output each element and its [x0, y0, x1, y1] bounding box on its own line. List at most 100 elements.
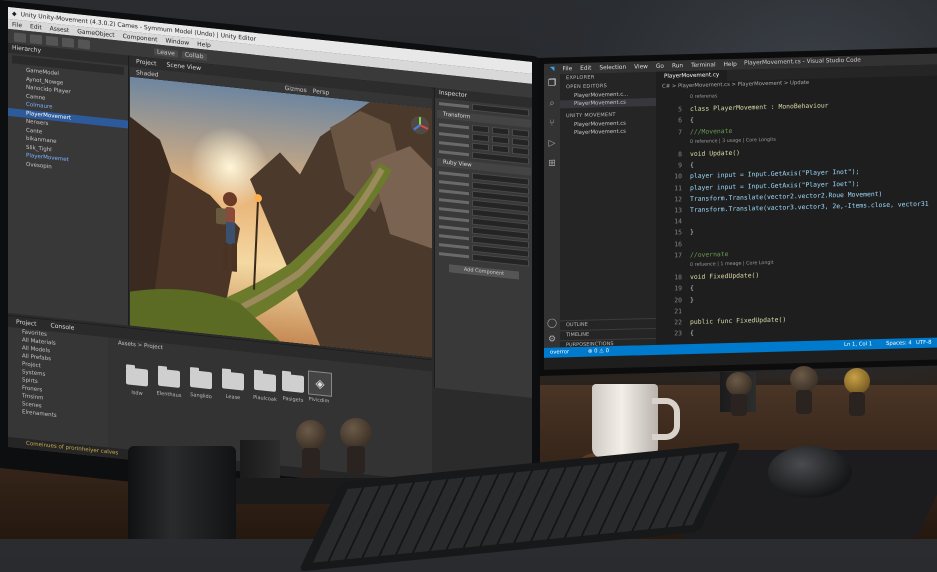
code-text: void FixedUpdate(): [690, 271, 760, 282]
run-debug-icon[interactable]: ▷: [547, 139, 557, 149]
code-text: {: [690, 329, 694, 338]
line-number: [656, 93, 682, 94]
codelens-text: 0 refuence | 1 meage | Core Longit: [690, 260, 774, 269]
line-number: 19: [674, 284, 682, 293]
folder-label: Lease: [225, 393, 241, 402]
code-text: {: [690, 116, 694, 125]
codelens-text: 0 referenas: [690, 94, 718, 101]
folder-label: Sanglido: [190, 391, 212, 401]
line-number: 15: [674, 228, 682, 237]
vscode-window-title: PlayerMovement.cs - Visual Studio Code: [744, 57, 861, 67]
status-encoding[interactable]: UTF-8: [916, 338, 931, 348]
line-number: 6: [678, 116, 682, 125]
mountain-scene-illustration: [130, 76, 432, 358]
line-number: 18: [674, 273, 682, 282]
collab-button[interactable]: Collab: [181, 50, 207, 61]
line-number: 21: [674, 307, 682, 316]
scene-view-panel: Project Scene View Shaded Gizmos Persp: [130, 55, 432, 358]
explorer-icon[interactable]: ❐: [547, 79, 557, 89]
code-text: {: [690, 161, 694, 170]
codelens-text: 0 reference | 3 usage | Core Longits: [690, 137, 776, 145]
code-text: }: [690, 295, 694, 304]
code-text: //overnate: [690, 249, 729, 259]
folder-icon[interactable]: [190, 369, 212, 390]
menu-run[interactable]: Run: [672, 63, 683, 69]
tab-project[interactable]: Project: [136, 56, 157, 69]
line-number: 22: [674, 318, 682, 327]
code-area[interactable]: 0 referenas 5 class PlayerMovement : MonoB…: [656, 86, 937, 344]
status-indentation[interactable]: Spaces: 4: [886, 338, 912, 349]
menu-go[interactable]: Go: [656, 63, 664, 69]
explorer-sidebar: EXPLORER OPEN EDITORS PlayerMovement.c..…: [560, 71, 662, 351]
menu-assets[interactable]: Assest: [50, 25, 70, 34]
folder-icon[interactable]: [222, 371, 244, 391]
menu-file[interactable]: File: [12, 21, 22, 29]
rect-tool-icon[interactable]: [78, 38, 90, 49]
menu-file[interactable]: File: [562, 66, 572, 72]
move-tool-icon[interactable]: [30, 33, 42, 44]
menu-edit[interactable]: Edit: [30, 23, 42, 31]
folder-label: Elenthaus: [156, 390, 182, 400]
hand-tool-icon[interactable]: [14, 31, 26, 43]
scale-tool-icon[interactable]: [62, 37, 74, 48]
project-breadcrumb[interactable]: Assets > Project: [118, 340, 163, 351]
open-editor-item[interactable]: PlayerMovement.cs: [560, 97, 656, 109]
add-component-button[interactable]: Add Component: [449, 264, 519, 280]
unity-logo-icon: ◆: [12, 9, 17, 18]
dark-coffee-mug: [128, 446, 236, 539]
rotate-tool-icon[interactable]: [46, 35, 58, 46]
line-number: 23: [674, 329, 682, 338]
line-number: [656, 138, 682, 139]
extensions-icon[interactable]: ⊞: [547, 159, 557, 169]
scene-render[interactable]: [130, 76, 432, 358]
code-text: }: [690, 228, 694, 237]
hierarchy-panel: Hierarchy GameModel Aynot_Nowge Nanocido…: [8, 42, 129, 326]
line-number: 9: [678, 161, 682, 170]
line-number: 14: [674, 217, 682, 226]
folder-icon[interactable]: [126, 367, 148, 387]
line-number: 11: [674, 183, 682, 193]
line-number: 7: [678, 127, 682, 136]
line-number: 17: [674, 251, 682, 260]
white-coffee-mug: [592, 384, 680, 458]
folder-label: Isdw: [131, 389, 143, 397]
line-number: 5: [678, 105, 682, 114]
file-item[interactable]: PlayerMovement.cs: [560, 127, 656, 138]
folder-icon[interactable]: [254, 372, 276, 393]
code-text: {: [690, 284, 694, 293]
unity-asset-icon[interactable]: ◈: [308, 370, 332, 397]
menu-help[interactable]: Help: [724, 61, 737, 67]
search-icon[interactable]: ⌕: [547, 99, 557, 109]
activity-bar: ❐ ⌕ ⑂ ▷ ⊞ ◯ ⚙: [544, 74, 560, 348]
menu-help[interactable]: Help: [197, 40, 211, 48]
line-number: 16: [674, 239, 682, 249]
menu-view[interactable]: View: [634, 64, 648, 70]
leave-button[interactable]: Leave: [154, 47, 178, 58]
account-icon[interactable]: ◯: [547, 319, 557, 329]
line-number: 12: [674, 195, 682, 204]
line-number: 10: [674, 172, 682, 181]
line-number: 13: [674, 206, 682, 215]
persp-toggle[interactable]: Persp: [313, 87, 330, 96]
line-number: 20: [674, 295, 682, 305]
status-problems[interactable]: ⊗ 0 ⚠ 0: [588, 346, 609, 357]
source-control-icon[interactable]: ⑂: [547, 119, 557, 129]
folder-icon[interactable]: [158, 368, 180, 388]
computer-mouse: [768, 446, 852, 498]
status-branch[interactable]: overror: [550, 347, 569, 358]
status-cursor-position[interactable]: Ln 1, Col 1: [844, 339, 872, 350]
inspector-panel: Inspector Transform Ruby View Add Compon…: [434, 87, 532, 399]
line-number: [656, 261, 682, 262]
unity-editor-window: ◆ Unity Unity-Movement (4.3.0.2) Cames -…: [8, 6, 532, 502]
folder-icon[interactable]: [282, 373, 304, 393]
menu-edit[interactable]: Edit: [580, 65, 591, 71]
code-editor[interactable]: PlayerMovement.cy C# > PlayerMovement.cs…: [656, 64, 937, 345]
vscode-logo-icon: ◥: [550, 66, 555, 73]
menu-selection[interactable]: Selection: [599, 64, 626, 71]
menu-terminal[interactable]: Terminal: [691, 62, 716, 69]
code-text: ///Movenate: [690, 126, 733, 136]
right-monitor: ◥ File Edit Selection View Go Run Termin…: [538, 47, 937, 376]
line-number: 8: [678, 150, 682, 159]
gear-icon[interactable]: ⚙: [547, 335, 557, 345]
vscode-window: ◥ File Edit Selection View Go Run Termin…: [544, 53, 937, 370]
